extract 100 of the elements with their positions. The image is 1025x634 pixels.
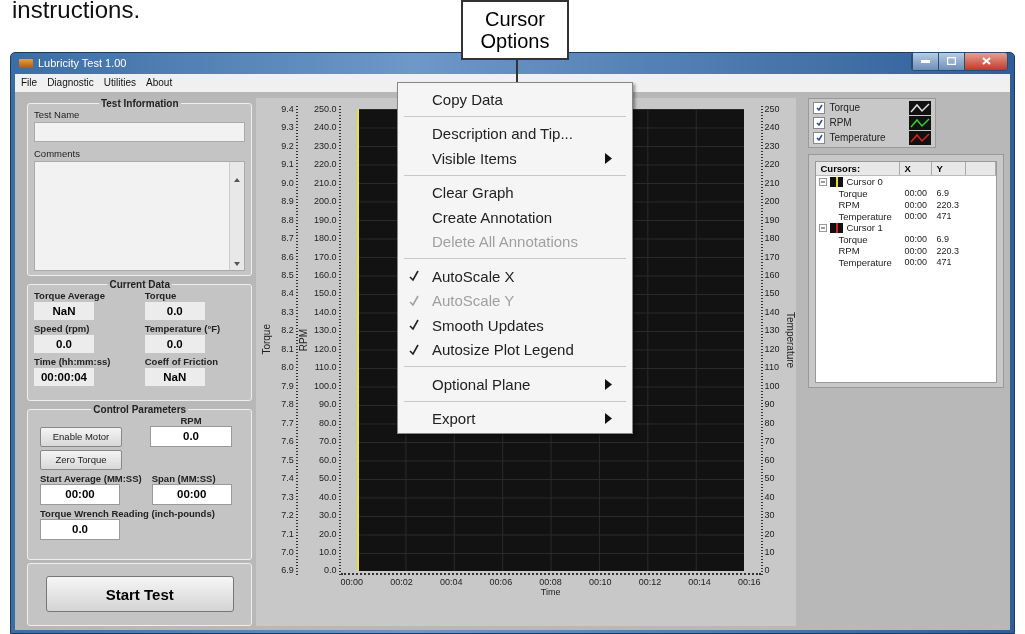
tick-label: 70.0 bbox=[319, 436, 337, 447]
tree-item: Cursor 0 bbox=[846, 176, 883, 187]
zero-torque-button[interactable]: Zero Torque bbox=[40, 449, 122, 470]
value-display: NaN bbox=[144, 367, 205, 386]
span-field[interactable]: 00:00 bbox=[151, 483, 232, 505]
axis-title: RPM bbox=[298, 328, 310, 351]
rpm-field[interactable]: 0.0 bbox=[150, 425, 232, 447]
tree-item: Temperature bbox=[838, 210, 892, 222]
tick-label: 40 bbox=[764, 491, 775, 502]
menu-item[interactable]: Diagnostic bbox=[47, 77, 94, 89]
minimize-icon bbox=[921, 59, 930, 63]
minimize-button[interactable] bbox=[912, 52, 938, 70]
comments-field[interactable] bbox=[34, 160, 246, 271]
tick-label: 160 bbox=[764, 269, 780, 280]
menu-item[interactable]: Description and Tip... bbox=[400, 121, 630, 146]
tick-label: 90.0 bbox=[319, 399, 337, 410]
tick-label: 7.8 bbox=[281, 399, 294, 410]
tick-label: 60 bbox=[764, 454, 775, 465]
tick-label: 6.9 bbox=[281, 565, 294, 576]
menu-item[interactable]: Copy Data bbox=[400, 87, 630, 112]
submenu-arrow-icon bbox=[605, 378, 612, 390]
menu-item[interactable]: Autosize Plot Legend bbox=[400, 337, 630, 362]
tick-label: 100.0 bbox=[314, 380, 337, 391]
menu-item[interactable]: About bbox=[146, 77, 173, 89]
tick-label: 7.9 bbox=[281, 380, 294, 391]
start-average-field[interactable]: 00:00 bbox=[40, 483, 120, 505]
column-header: X bbox=[900, 161, 933, 175]
axis-title: Torque bbox=[260, 324, 272, 356]
tick-label: 120 bbox=[764, 343, 780, 354]
group-title: Control Parameters bbox=[92, 403, 188, 415]
tick-label: 50 bbox=[764, 473, 775, 484]
checkbox[interactable] bbox=[813, 131, 826, 144]
tick-label: 150.0 bbox=[314, 288, 337, 299]
tick-label: 10.0 bbox=[319, 547, 337, 557]
close-button[interactable] bbox=[964, 52, 1007, 70]
field-label: Span (MM:SS) bbox=[151, 472, 216, 484]
tick-label: 00:16 bbox=[737, 576, 761, 587]
tick-label: 90 bbox=[764, 399, 775, 410]
table-cell-text: 220.3 bbox=[935, 199, 960, 210]
tick-label: 00:08 bbox=[539, 576, 562, 587]
table-cell-text: 220.3 bbox=[935, 245, 960, 256]
menu-item[interactable]: AutoScale X bbox=[400, 264, 630, 289]
cursor-icon bbox=[830, 222, 844, 233]
tree-item: RPM bbox=[838, 199, 860, 210]
table-cell-text: 00:00 bbox=[903, 234, 928, 244]
indicator-label: Temperature (°F) bbox=[144, 322, 221, 334]
tick-label: 230 bbox=[764, 140, 780, 151]
tick-label: 130.0 bbox=[314, 325, 337, 336]
test-name-field[interactable] bbox=[34, 121, 246, 142]
submenu-arrow-icon bbox=[605, 413, 612, 425]
tick-label: 210 bbox=[764, 177, 780, 188]
column-header: Cursors: bbox=[816, 161, 901, 175]
tick-label: 8.4 bbox=[281, 288, 294, 299]
cursor-icon bbox=[830, 176, 844, 187]
torque-wrench-field[interactable]: 0.0 bbox=[40, 518, 120, 540]
menu-item[interactable]: Utilities bbox=[103, 77, 137, 89]
tick-label: 20.0 bbox=[319, 528, 337, 539]
tick-label: 8.7 bbox=[281, 233, 294, 244]
enable-motor-button[interactable]: Enable Motor bbox=[40, 426, 122, 447]
start-test-button[interactable]: Start Test bbox=[45, 576, 234, 613]
collapse-icon[interactable] bbox=[819, 223, 828, 232]
menu-item[interactable]: Optional Plane bbox=[400, 372, 630, 397]
menu-item[interactable]: Clear Graph bbox=[400, 180, 630, 205]
menu-item[interactable]: Smooth Updates bbox=[400, 313, 630, 338]
submenu-arrow-icon bbox=[605, 152, 612, 164]
maximize-button[interactable] bbox=[938, 52, 964, 70]
tick-label: 230.0 bbox=[314, 140, 337, 151]
table-cell-text: 6.9 bbox=[935, 234, 950, 244]
tick-label: 130 bbox=[764, 325, 780, 336]
indicator-label: Torque bbox=[144, 289, 177, 301]
tick-label: 200.0 bbox=[314, 196, 337, 207]
tick-label: 7.5 bbox=[281, 454, 294, 465]
tick-label: 100 bbox=[764, 380, 780, 391]
plot-line-icon bbox=[909, 115, 932, 130]
tree-item: RPM bbox=[838, 245, 860, 256]
tick-label: 00:14 bbox=[688, 576, 711, 587]
tick-label: 200 bbox=[764, 196, 780, 207]
tick-label: 180 bbox=[764, 233, 780, 244]
column-header: Y bbox=[932, 161, 967, 175]
tick-label: 8.5 bbox=[281, 269, 294, 280]
tick-label: 220 bbox=[764, 159, 780, 170]
menu-item[interactable]: Visible Items bbox=[400, 146, 630, 171]
app-icon bbox=[19, 58, 33, 68]
checkbox[interactable] bbox=[813, 116, 826, 129]
scroll-down-icon[interactable] bbox=[234, 261, 241, 266]
menu-item[interactable]: Create Annotation bbox=[400, 205, 630, 230]
menu-item[interactable]: File bbox=[21, 77, 38, 89]
tick-label: 80.0 bbox=[319, 417, 337, 428]
scroll-up-icon[interactable] bbox=[234, 177, 241, 182]
tick-label: 00:12 bbox=[638, 576, 662, 587]
value-display: 0.0 bbox=[34, 334, 94, 353]
tick-label: 140 bbox=[764, 306, 780, 317]
collapse-icon[interactable] bbox=[819, 177, 828, 186]
tick-label: 7.3 bbox=[281, 491, 294, 502]
checkbox[interactable] bbox=[813, 101, 826, 114]
menu-item[interactable]: Export bbox=[400, 406, 630, 431]
field-label: Test Name bbox=[34, 108, 81, 120]
tick-label: 70 bbox=[764, 436, 775, 447]
tick-label: 30.0 bbox=[319, 510, 337, 521]
tick-label: 00:10 bbox=[588, 576, 612, 587]
